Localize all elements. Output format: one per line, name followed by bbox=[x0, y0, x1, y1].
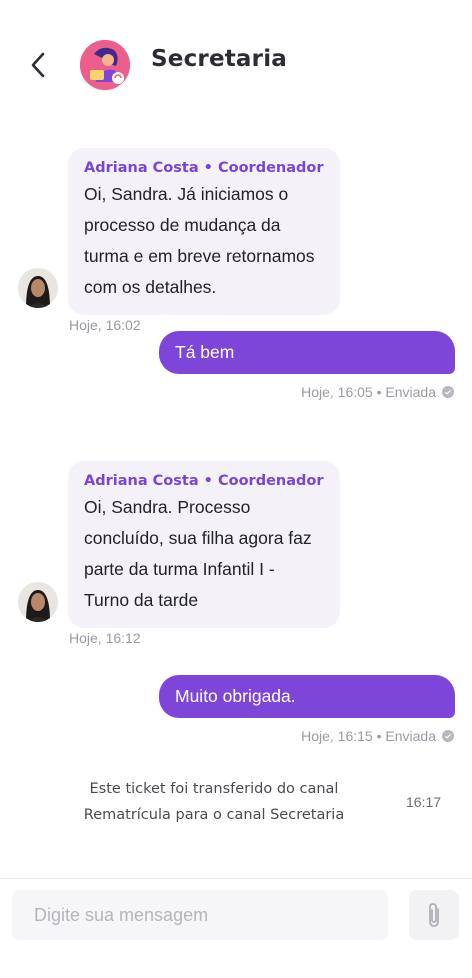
system-notice-line: Rematrícula para o canal Secretaria bbox=[83, 807, 345, 823]
message-time: Hoje, 16:12 bbox=[69, 630, 141, 646]
sent-check-icon bbox=[442, 730, 454, 742]
outgoing-message-bubble: Tá bem bbox=[159, 331, 455, 374]
back-button[interactable] bbox=[22, 47, 54, 83]
message-line: processo de mudança da bbox=[84, 215, 281, 235]
person-avatar-icon bbox=[18, 582, 58, 622]
sender-name: Adriana Costa • Coordenador bbox=[84, 473, 324, 489]
attach-button[interactable] bbox=[409, 890, 459, 940]
message-status: Hoje, 16:15 • Enviada bbox=[301, 728, 454, 744]
message-text: Oi, Sandra. Processo concluído, sua filh… bbox=[84, 492, 326, 616]
sender-avatar bbox=[18, 582, 58, 622]
status-text: Hoje, 16:05 • Enviada bbox=[301, 384, 436, 400]
status-text: Hoje, 16:15 • Enviada bbox=[301, 728, 436, 744]
message-line: Oi, Sandra. Processo bbox=[84, 497, 251, 517]
chat-screen: Secretaria Adriana Costa • Coordenador O… bbox=[0, 0, 472, 978]
chevron-left-icon bbox=[31, 52, 45, 78]
message-status: Hoje, 16:05 • Enviada bbox=[301, 384, 454, 400]
message-time: Hoje, 16:02 bbox=[69, 317, 141, 333]
message-line: Oi, Sandra. Já iniciamos o bbox=[84, 184, 289, 204]
chat-header: Secretaria bbox=[0, 0, 472, 128]
message-input[interactable] bbox=[12, 890, 388, 940]
secretary-illustration-icon bbox=[80, 40, 130, 90]
message-line: Turno da tarde bbox=[84, 590, 199, 610]
outgoing-message-bubble: Muito obrigada. bbox=[159, 675, 455, 718]
paperclip-icon bbox=[429, 903, 439, 927]
system-notice-time: 16:17 bbox=[406, 794, 442, 810]
sender-avatar bbox=[18, 268, 58, 308]
incoming-message-bubble: Adriana Costa • Coordenador Oi, Sandra. … bbox=[68, 461, 340, 628]
system-notice: Este ticket foi transferido do canal Rem… bbox=[56, 776, 372, 828]
page-title: Secretaria bbox=[151, 46, 288, 72]
message-text: Muito obrigada. bbox=[175, 686, 296, 706]
system-notice-line: Este ticket foi transferido do canal bbox=[89, 781, 339, 797]
message-text: Tá bem bbox=[175, 342, 235, 362]
channel-avatar bbox=[80, 40, 130, 90]
incoming-message-bubble: Adriana Costa • Coordenador Oi, Sandra. … bbox=[68, 148, 340, 315]
sent-check-icon bbox=[442, 386, 454, 398]
message-line: parte da turma Infantil I - bbox=[84, 559, 275, 579]
message-text: Oi, Sandra. Já iniciamos o processo de m… bbox=[84, 179, 326, 303]
message-composer bbox=[0, 878, 472, 978]
message-line: concluído, sua filha agora faz bbox=[84, 528, 312, 548]
person-avatar-icon bbox=[18, 268, 58, 308]
message-line: turma e em breve retornamos bbox=[84, 246, 315, 266]
sender-name: Adriana Costa • Coordenador bbox=[84, 160, 324, 176]
message-line: com os detalhes. bbox=[84, 277, 217, 297]
